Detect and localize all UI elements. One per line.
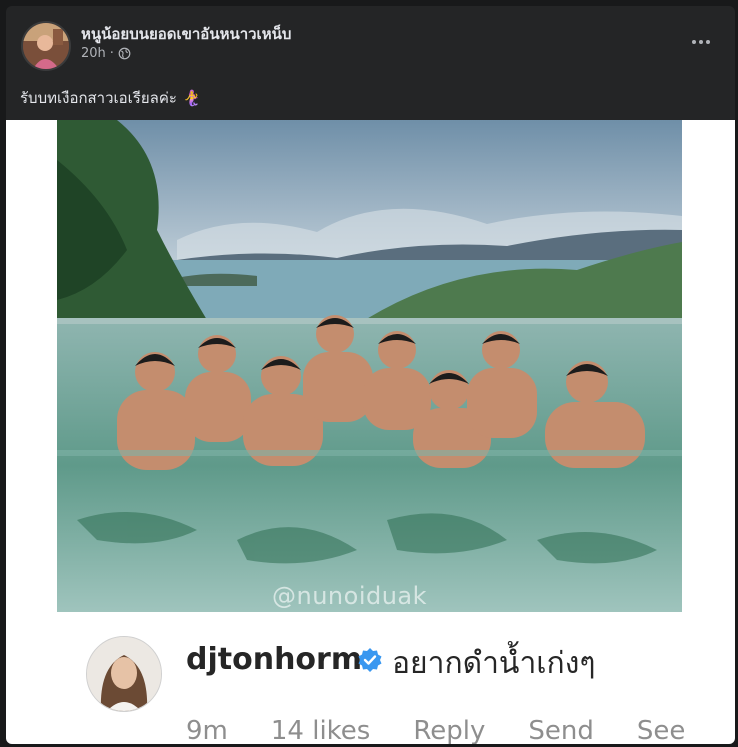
commenter-username: djtonhorm bbox=[186, 642, 363, 677]
globe-icon[interactable] bbox=[118, 47, 131, 60]
comment-time: 9m bbox=[186, 716, 228, 744]
post-header: หนูน้อยบนยอดเขาอันหนาวเหน็บ 20h · bbox=[6, 6, 735, 78]
comment-likes: 14 likes bbox=[270, 716, 371, 744]
post-meta: 20h · bbox=[81, 46, 131, 61]
post-image[interactable]: @nunoiduak djtonhorm อยากดำน้ำเก่งๆ 9m 1… bbox=[6, 120, 735, 744]
meta-dot: · bbox=[109, 46, 114, 61]
pool-photo: @nunoiduak bbox=[57, 120, 682, 612]
comment-reply: Reply bbox=[413, 716, 486, 744]
dot-3 bbox=[706, 40, 710, 44]
comment-send: Send bbox=[528, 716, 594, 744]
watermark-text: @nunoiduak bbox=[272, 582, 428, 610]
post-card: หนูน้อยบนยอดเขาอันหนาวเหน็บ 20h · รับบทเ… bbox=[6, 6, 735, 744]
mermaid-emoji: 🧜‍♀️ bbox=[182, 89, 202, 107]
verified-badge-icon bbox=[358, 648, 382, 672]
author-avatar[interactable] bbox=[21, 21, 71, 71]
comment-actions: 9m 14 likes Reply Send See bbox=[186, 716, 728, 744]
post-caption: รับบทเงือกสาวเอเรียลค่ะ 🧜‍♀️ bbox=[20, 86, 202, 110]
group-photo-illustration bbox=[57, 120, 682, 612]
comment-see: See bbox=[636, 716, 686, 744]
author-name[interactable]: หนูน้อยบนยอดเขาอันหนาวเหน็บ bbox=[81, 22, 291, 46]
avatar-image bbox=[23, 23, 69, 69]
comment-text: อยากดำน้ำเก่งๆ bbox=[392, 646, 596, 681]
dot-1 bbox=[692, 40, 696, 44]
caption-text: รับบทเงือกสาวเอเรียลค่ะ bbox=[20, 89, 177, 107]
more-options-icon[interactable] bbox=[687, 32, 715, 52]
dot-2 bbox=[699, 40, 703, 44]
post-time[interactable]: 20h bbox=[81, 46, 106, 61]
commenter-avatar-image bbox=[87, 637, 161, 711]
commenter-avatar bbox=[86, 636, 162, 712]
embedded-comment: djtonhorm อยากดำน้ำเก่งๆ 9m 14 likes Rep… bbox=[86, 636, 686, 744]
